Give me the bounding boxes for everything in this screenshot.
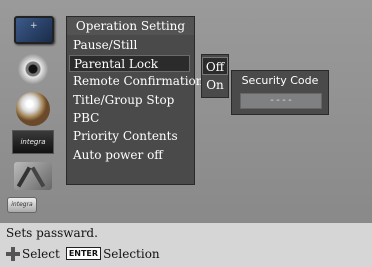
menu-item-parental-lock[interactable]: Parental Lock: [69, 55, 190, 72]
status-message: Sets passward.: [6, 226, 98, 240]
dpad-icon: [6, 246, 20, 261]
menu-item-remote-confirmation[interactable]: Remote Confirmation: [73, 73, 204, 90]
menu-item-pause-still[interactable]: Pause/Still: [73, 37, 191, 54]
operation-setting-menu: Operation Setting Pause/Still Parental L…: [66, 16, 204, 185]
category-icon-column: + integra: [6, 10, 60, 190]
security-code-field[interactable]: ----: [240, 93, 322, 109]
integra-logo: integra: [7, 197, 37, 213]
menu-item-pbc[interactable]: PBC: [73, 110, 191, 127]
select-help-label: Select: [22, 246, 60, 261]
menu-item-title-group-stop[interactable]: Title/Group Stop: [73, 92, 191, 109]
security-code-panel: Security Code ----: [231, 70, 329, 115]
selection-help-label: Selection: [103, 246, 160, 261]
tools-icon[interactable]: [10, 160, 56, 190]
option-off[interactable]: Off: [202, 57, 228, 75]
menu-title: Operation Setting: [67, 17, 194, 35]
key-help: Select ENTER Selection: [6, 246, 160, 261]
security-code-title: Security Code: [241, 74, 319, 87]
tv-setup-icon[interactable]: +: [10, 14, 56, 44]
osd-screen: + integra Operation Setting Pause/Still …: [0, 0, 372, 267]
disc-icon[interactable]: [10, 54, 56, 84]
parental-lock-options: Off On: [201, 54, 229, 98]
status-bar: Sets passward. Select ENTER Selection: [0, 223, 372, 267]
menu-item-priority-contents[interactable]: Priority Contents: [73, 128, 191, 145]
option-on[interactable]: On: [202, 76, 228, 94]
audio-disc-icon[interactable]: [10, 92, 56, 126]
enter-key-icon: ENTER: [65, 247, 102, 260]
integra-icon[interactable]: integra: [10, 126, 56, 156]
menu-item-auto-power-off[interactable]: Auto power off: [73, 147, 191, 164]
